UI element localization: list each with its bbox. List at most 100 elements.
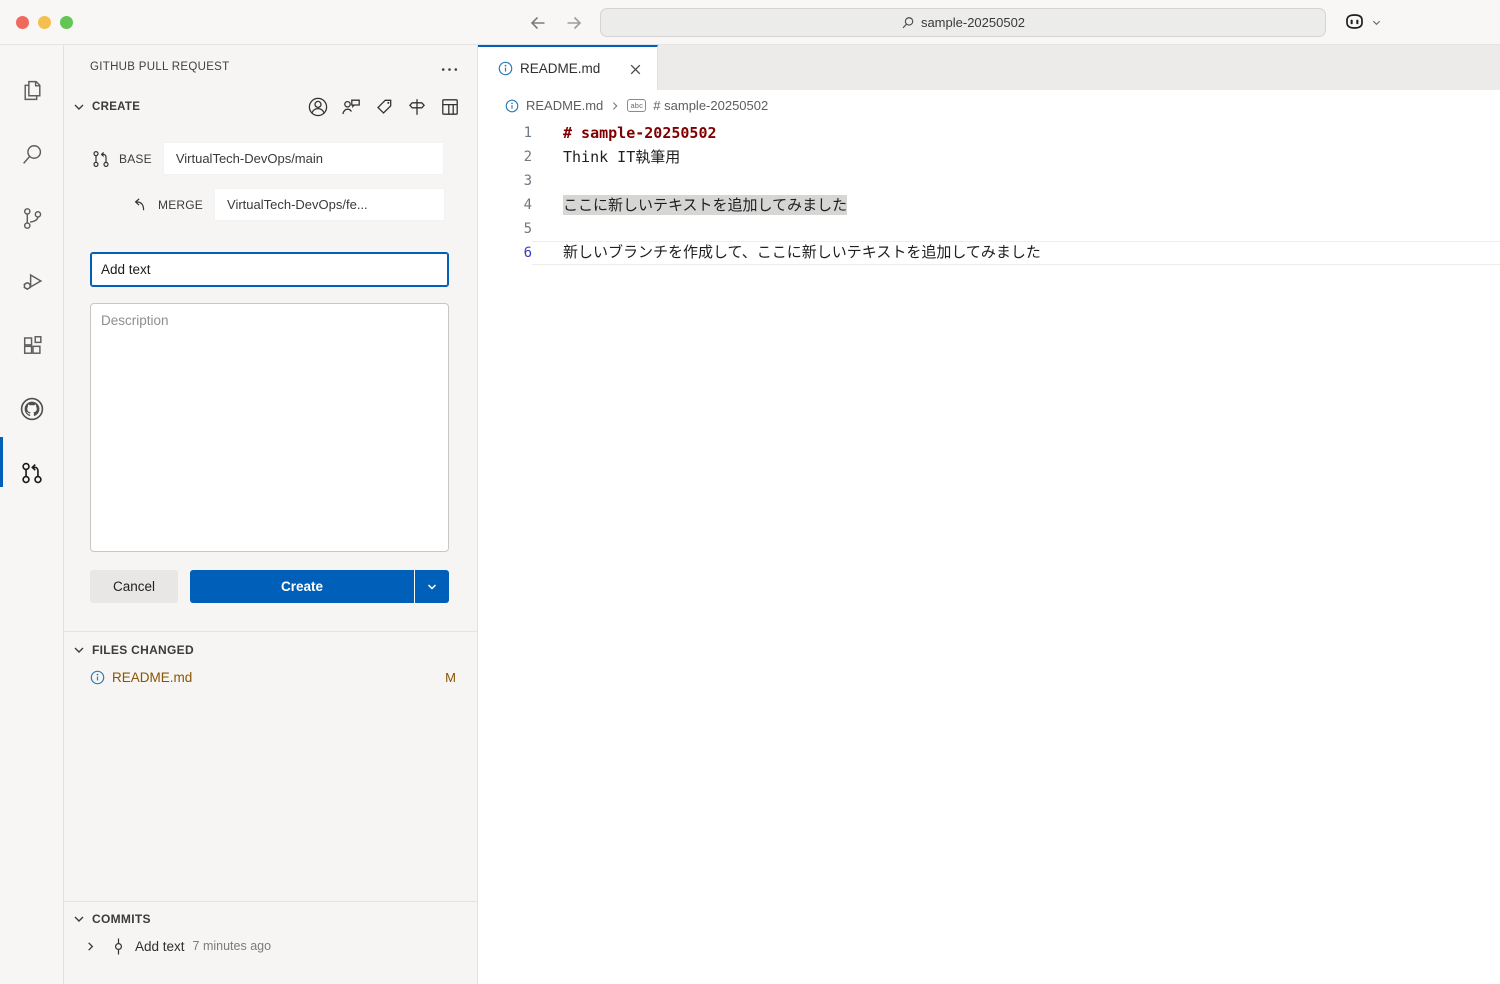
merge-arrow-icon: [130, 195, 150, 215]
base-branch-row: BASE VirtualTech-DevOps/main: [91, 142, 444, 175]
cancel-button[interactable]: Cancel: [90, 570, 178, 603]
pr-description-textarea[interactable]: [90, 303, 449, 552]
ellipsis-icon: [441, 67, 458, 72]
commit-row[interactable]: Add text 7 minutes ago: [64, 932, 477, 960]
line-text: # sample-20250502: [563, 124, 717, 142]
info-icon: [498, 61, 513, 76]
base-label: BASE: [119, 151, 152, 166]
merge-branch-row: MERGE VirtualTech-DevOps/fe...: [130, 188, 446, 221]
github-octocat-icon: [19, 396, 45, 422]
create-dropdown-button[interactable]: [415, 570, 449, 603]
vscode-window: sample-20250502 GITHUB PULL REQUEST CREA…: [0, 0, 1500, 984]
minimize-window-button[interactable]: [37, 15, 51, 29]
pr-title-input[interactable]: [90, 252, 449, 287]
files-changed-header[interactable]: FILES CHANGED: [72, 638, 194, 662]
editor-area: README.md README.md abc # sample-2025050…: [478, 45, 1500, 984]
commit-time: 7 minutes ago: [192, 939, 272, 953]
close-icon[interactable]: [625, 59, 645, 79]
line-text: ここに新しいテキストを追加してみました: [532, 193, 1500, 217]
breadcrumb-symbol[interactable]: # sample-20250502: [653, 98, 768, 113]
sidebar-item-run-debug[interactable]: [0, 257, 64, 305]
file-status-badge: M: [445, 669, 456, 685]
search-icon: [901, 16, 915, 30]
tab-title: README.md: [520, 61, 601, 76]
reviewers-icon[interactable]: [340, 96, 362, 118]
section-divider: [64, 901, 477, 902]
info-icon: [505, 99, 519, 113]
create-section-header[interactable]: CREATE: [72, 95, 140, 119]
project-icon[interactable]: [439, 96, 461, 118]
history-forward-button[interactable]: [562, 11, 586, 35]
selected-text: ここに新しいテキストを追加してみました: [563, 196, 848, 214]
chevron-down-icon: [426, 581, 438, 593]
info-icon: [90, 670, 105, 685]
sidebar-item-explorer[interactable]: [0, 66, 64, 114]
create-section-label: CREATE: [92, 101, 141, 113]
command-center-text: sample-20250502: [920, 15, 1026, 30]
sidebar-item-search[interactable]: [0, 130, 64, 178]
sidebar-title: GITHUB PULL REQUEST: [90, 61, 230, 73]
more-actions-button[interactable]: [437, 59, 461, 79]
breadcrumb-file[interactable]: README.md: [526, 98, 603, 113]
branch-icon: [20, 206, 45, 231]
files-changed-label: FILES CHANGED: [92, 643, 194, 657]
code-line: 2 Think IT執筆用: [478, 145, 1500, 169]
code-line: 3: [478, 169, 1500, 193]
code-line: 1 # sample-20250502: [478, 121, 1500, 145]
code-line: 4 ここに新しいテキストを追加してみました: [478, 193, 1500, 217]
symbol-string-icon: abc: [627, 99, 647, 112]
git-pull-request-icon: [19, 460, 45, 486]
labels-icon[interactable]: [373, 96, 395, 118]
chevron-right-icon: [609, 100, 621, 112]
copilot-menu[interactable]: [1342, 10, 1382, 34]
history-back-button[interactable]: [526, 11, 550, 35]
git-pull-request-icon: [91, 149, 111, 169]
chevron-down-icon: [72, 100, 86, 114]
commit-message: Add text: [135, 938, 185, 954]
merge-branch-picker[interactable]: VirtualTech-DevOps/fe...: [214, 188, 446, 221]
commits-header[interactable]: COMMITS: [72, 907, 151, 931]
copilot-icon: [1342, 10, 1367, 34]
chevron-right-icon: [84, 940, 97, 953]
search-icon: [20, 142, 45, 167]
commits-label: COMMITS: [92, 912, 151, 926]
sidebar-item-source-control[interactable]: [0, 194, 64, 242]
sidebar-item-extensions[interactable]: [0, 321, 64, 369]
code-viewport[interactable]: 1 # sample-20250502 2 Think IT執筆用 3 4 ここ…: [478, 121, 1500, 265]
milestone-icon[interactable]: [406, 96, 428, 118]
line-text: Think IT執筆用: [563, 148, 681, 166]
files-icon: [20, 78, 45, 103]
active-view-indicator: [0, 437, 3, 487]
command-center-search[interactable]: sample-20250502: [600, 8, 1326, 37]
section-divider: [64, 631, 477, 632]
breadcrumb: README.md abc # sample-20250502: [478, 90, 1500, 121]
chevron-down-icon: [72, 912, 86, 926]
file-row[interactable]: README.md M: [64, 663, 477, 691]
sidebar-item-github-pull-requests[interactable]: [0, 449, 64, 497]
arrow-left-icon: [528, 13, 548, 33]
base-branch-picker[interactable]: VirtualTech-DevOps/main: [162, 142, 444, 175]
github-pr-sidebar: GITHUB PULL REQUEST CREATE BASE VirtualT…: [64, 45, 478, 984]
code-line: 5: [478, 217, 1500, 241]
file-name: README.md: [112, 669, 193, 685]
create-split-button: Create: [190, 570, 449, 603]
assignees-icon[interactable]: [307, 96, 329, 118]
arrow-right-icon: [564, 13, 584, 33]
create-actions: Cancel Create: [90, 570, 449, 603]
line-number: 2: [523, 149, 532, 165]
close-window-button[interactable]: [15, 15, 29, 29]
git-commit-icon: [111, 937, 126, 956]
chevron-down-icon: [1371, 17, 1382, 28]
line-text: [532, 169, 1500, 193]
chevron-down-icon: [72, 643, 86, 657]
debug-icon: [20, 269, 45, 294]
create-button[interactable]: Create: [190, 570, 414, 603]
zoom-window-button[interactable]: [59, 15, 73, 29]
extensions-icon: [20, 333, 45, 358]
line-text: 新しいブランチを作成して、ここに新しいテキストを追加してみました: [532, 241, 1500, 265]
tab-readme[interactable]: README.md: [478, 45, 658, 90]
line-number: 6: [523, 245, 532, 261]
line-number: 3: [523, 173, 532, 189]
line-text: [532, 217, 1500, 241]
sidebar-item-github[interactable]: [0, 385, 64, 433]
